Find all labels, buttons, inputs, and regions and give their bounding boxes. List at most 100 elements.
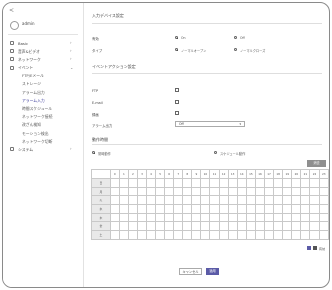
schedule-cell[interactable] <box>309 178 320 188</box>
schedule-grid[interactable]: 0 1 2 3 4 5 6 7 8 9 10 11 12 13 14 15 16… <box>91 169 329 240</box>
schedule-cell[interactable] <box>155 212 166 223</box>
schedule-cell[interactable] <box>118 230 129 240</box>
schedule-cell[interactable] <box>182 178 193 188</box>
schedule-cell[interactable] <box>254 212 266 223</box>
schedule-cell[interactable] <box>300 204 311 214</box>
sidebar-item-audio-video[interactable]: 音声&ビデオ › <box>3 47 83 55</box>
schedule-cell[interactable] <box>254 178 266 188</box>
schedule-cell[interactable] <box>309 212 320 223</box>
schedule-cell[interactable] <box>282 186 293 197</box>
schedule-cell[interactable] <box>227 186 238 197</box>
schedule-cell[interactable] <box>109 230 120 240</box>
schedule-cell[interactable] <box>273 195 284 206</box>
schedule-cell[interactable] <box>245 195 256 206</box>
sidebar-subitem-network-connection[interactable]: ネットワーク接続 <box>3 113 83 121</box>
schedule-cell[interactable] <box>291 204 302 214</box>
schedule-cell[interactable] <box>136 186 147 197</box>
schedule-cell[interactable] <box>164 212 175 223</box>
schedule-cell[interactable] <box>300 212 311 223</box>
schedule-cell[interactable] <box>236 230 247 240</box>
cancel-button[interactable]: キャンセル <box>179 268 202 275</box>
schedule-cell[interactable] <box>209 204 220 214</box>
schedule-cell[interactable] <box>182 204 193 214</box>
ftp-checkbox[interactable] <box>175 88 179 92</box>
schedule-cell[interactable] <box>227 204 238 214</box>
schedule-cell[interactable] <box>118 204 129 214</box>
schedule-cell[interactable] <box>164 204 175 214</box>
schedule-cell[interactable] <box>182 195 193 206</box>
schedule-cell[interactable] <box>291 212 302 223</box>
schedule-cell[interactable] <box>200 204 211 214</box>
schedule-cell[interactable] <box>309 230 320 240</box>
schedule-cell[interactable] <box>218 178 229 188</box>
schedule-cell[interactable] <box>209 186 220 197</box>
schedule-cell[interactable] <box>254 204 266 214</box>
email-checkbox[interactable] <box>175 100 179 104</box>
back-button[interactable]: < <box>9 7 14 14</box>
alarm-output-select[interactable]: Off ▾ <box>175 121 245 127</box>
schedule-cell[interactable] <box>173 195 184 206</box>
schedule-cell[interactable] <box>109 212 120 223</box>
schedule-cell[interactable] <box>318 221 329 232</box>
schedule-cell[interactable] <box>282 195 293 206</box>
schedule-cell[interactable] <box>145 195 157 206</box>
schedule-cell[interactable] <box>218 204 229 214</box>
schedule-cell[interactable] <box>264 195 275 206</box>
schedule-cell[interactable] <box>318 195 329 206</box>
schedule-cell[interactable] <box>318 204 329 214</box>
schedule-cell[interactable] <box>127 212 138 223</box>
schedule-cell[interactable] <box>118 212 129 223</box>
schedule-cell[interactable] <box>173 221 184 232</box>
schedule-cell[interactable] <box>245 178 256 188</box>
schedule-cell[interactable] <box>264 186 275 197</box>
schedule-cell[interactable] <box>109 186 120 197</box>
schedule-cell[interactable] <box>264 212 275 223</box>
schedule-cell[interactable] <box>118 221 129 232</box>
enable-on-radio[interactable] <box>175 36 179 40</box>
schedule-cell[interactable] <box>273 204 284 214</box>
schedule-cell[interactable] <box>127 195 138 206</box>
schedule-cell[interactable] <box>145 178 157 188</box>
schedule-cell[interactable] <box>164 230 175 240</box>
normal-close-radio[interactable] <box>234 48 238 52</box>
schedule-cell[interactable] <box>218 230 229 240</box>
schedule-cell[interactable] <box>155 221 166 232</box>
schedule-cell[interactable] <box>273 212 284 223</box>
schedule-cell[interactable] <box>236 212 247 223</box>
sidebar-subitem-network-disconnect[interactable]: ネットワーク切断 <box>3 137 83 145</box>
schedule-cell[interactable] <box>227 230 238 240</box>
schedule-cell[interactable] <box>155 178 166 188</box>
schedule-cell[interactable] <box>145 186 157 197</box>
schedule-cell[interactable] <box>191 178 202 188</box>
schedule-cell[interactable] <box>227 178 238 188</box>
schedule-cell[interactable] <box>291 178 302 188</box>
schedule-cell[interactable] <box>191 230 202 240</box>
schedule-cell[interactable] <box>273 230 284 240</box>
schedule-cell[interactable] <box>245 221 256 232</box>
schedule-cell[interactable] <box>245 212 256 223</box>
schedule-cell[interactable] <box>191 204 202 214</box>
sidebar-item-system[interactable]: システム › <box>3 145 83 153</box>
schedule-cell[interactable] <box>127 178 138 188</box>
schedule-cell[interactable] <box>145 212 157 223</box>
schedule-cell[interactable] <box>155 186 166 197</box>
schedule-cell[interactable] <box>300 178 311 188</box>
schedule-cell[interactable] <box>291 186 302 197</box>
schedule-cell[interactable] <box>218 221 229 232</box>
schedule-cell[interactable] <box>164 221 175 232</box>
sidebar-subitem-alarm-input[interactable]: アラーム入力 <box>3 96 83 104</box>
schedule-cell[interactable] <box>136 230 147 240</box>
sidebar-subitem-storage[interactable]: ストレージ <box>3 80 83 88</box>
schedule-cell[interactable] <box>264 221 275 232</box>
schedule-cell[interactable] <box>254 195 266 206</box>
schedule-cell[interactable] <box>291 230 302 240</box>
schedule-cell[interactable] <box>200 230 211 240</box>
schedule-cell[interactable] <box>173 178 184 188</box>
schedule-cell[interactable] <box>127 204 138 214</box>
schedule-radio[interactable] <box>214 151 218 155</box>
schedule-cell[interactable] <box>264 230 275 240</box>
schedule-cell[interactable] <box>191 186 202 197</box>
schedule-cell[interactable] <box>209 221 220 232</box>
normal-open-radio[interactable] <box>175 48 179 52</box>
schedule-cell[interactable] <box>236 178 247 188</box>
